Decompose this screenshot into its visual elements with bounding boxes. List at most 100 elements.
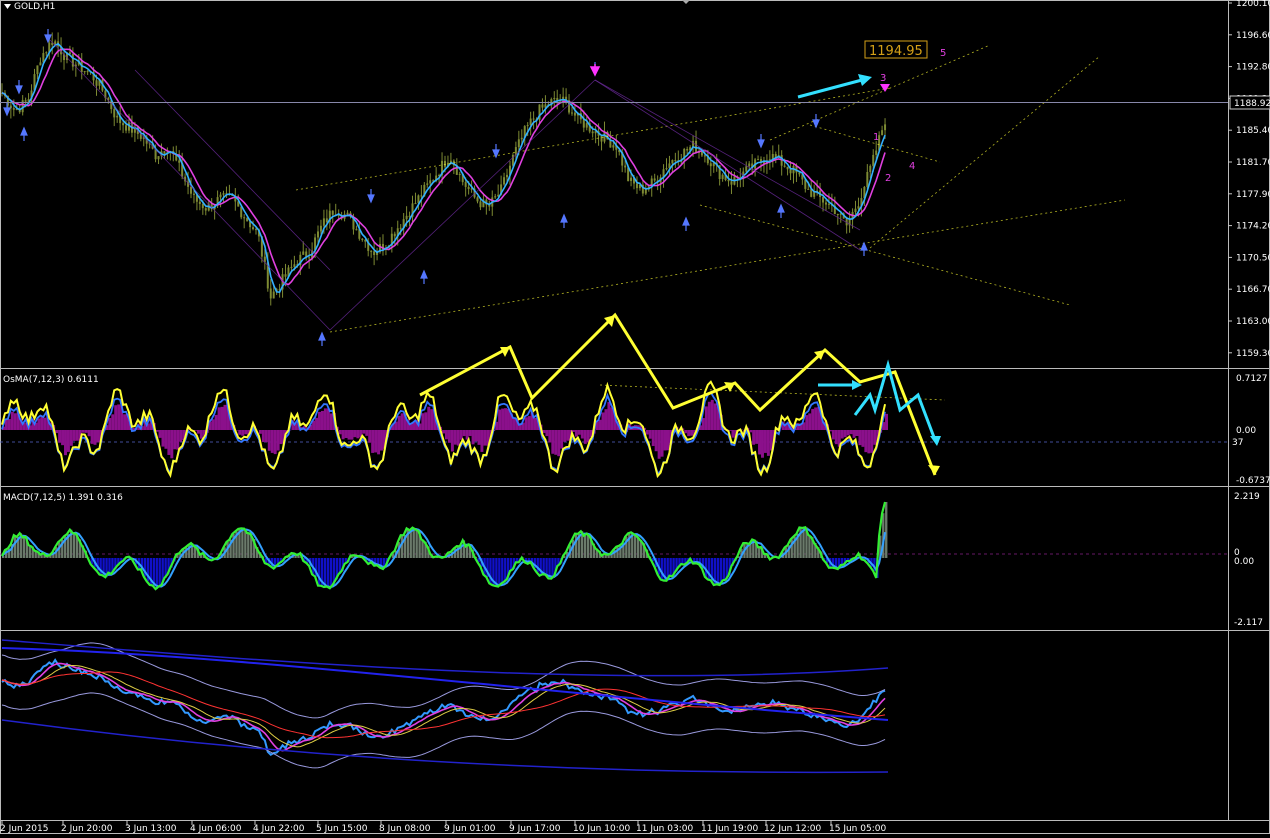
osma-bar [170, 430, 173, 458]
candle-body [96, 80, 98, 85]
price-axis-label: 1177.90 [1236, 190, 1270, 200]
osma-bar [498, 410, 501, 430]
candle-body [636, 184, 638, 189]
osma-bar [424, 412, 427, 430]
candle-body [22, 100, 24, 112]
osma-bar [321, 411, 324, 430]
osma-bar [749, 430, 752, 432]
osma-bar [607, 402, 610, 430]
fractal-up-arrow-icon [319, 333, 325, 346]
candle-body [406, 216, 408, 219]
osma-bar [661, 430, 664, 457]
fractal-highlight-arrow-icon [591, 64, 599, 75]
osma-bar [714, 403, 717, 430]
osma-bar [61, 430, 64, 445]
candle-body [444, 161, 446, 167]
candle-body [202, 204, 204, 208]
osma-bar [870, 430, 873, 453]
wave-label-1: 1 [873, 132, 879, 143]
price-axis-label: 1159.30 [1236, 349, 1270, 359]
osma-bar [37, 418, 40, 430]
dropdown-triangle-icon[interactable] [4, 4, 11, 9]
osma-bar [268, 430, 271, 451]
candle-body [361, 239, 363, 240]
candle-body [583, 119, 585, 127]
macd-bar [14, 535, 16, 558]
osma-bar [67, 430, 70, 452]
osma-bar [551, 430, 554, 454]
macd-bar [669, 558, 671, 576]
candle-body [220, 195, 222, 198]
candle-body [872, 155, 874, 166]
osma-bar [832, 430, 835, 439]
macd-bar [540, 558, 542, 576]
osma-bar [805, 415, 808, 430]
osma-bar [176, 430, 179, 450]
symbol-header[interactable]: GOLD,H1 [4, 2, 55, 12]
osma-panel-title: OsMA(7,12,3) 0.6111 [3, 375, 99, 385]
candle-body [355, 229, 357, 230]
candle-body [884, 124, 886, 130]
osma-panel[interactable] [0, 315, 1228, 476]
candle-body [252, 227, 254, 229]
osma-bar [545, 430, 548, 436]
osma-bar [40, 417, 43, 430]
bands-panel[interactable] [2, 640, 888, 772]
osma-bar [664, 430, 667, 450]
candle-body [574, 113, 576, 116]
time-axis-label: 10 Jun 10:00 [573, 824, 630, 834]
macd-bar [717, 558, 719, 584]
macd-bar [241, 528, 243, 558]
candle-body [586, 123, 588, 127]
macd-bar [108, 558, 110, 573]
osma-bar [575, 430, 578, 437]
candle-body [429, 180, 431, 183]
osma-bar [563, 430, 566, 442]
candle-body [728, 180, 730, 181]
candle-body [869, 166, 871, 172]
osma-bar [755, 430, 758, 444]
macd-bar [634, 534, 636, 558]
time-axis-label: 4 Jun 22:00 [253, 824, 305, 834]
osma-bar [557, 430, 560, 456]
osma-bar [356, 430, 359, 438]
trading-chart[interactable]: GOLD,H1 OsMA(7,12,3) 0.6111 MACD(7,12,5)… [0, 0, 1270, 834]
osma-bar [442, 430, 445, 433]
chart-svg[interactable]: GOLD,H1 OsMA(7,12,3) 0.6111 MACD(7,12,5)… [0, 0, 1270, 834]
osma-bar [265, 430, 268, 442]
osma-bar [652, 430, 655, 446]
osma-bar [164, 430, 167, 449]
macd-panel[interactable] [0, 502, 1228, 589]
candle-body [158, 156, 160, 159]
osma-bar [76, 430, 79, 441]
osma-bar [318, 412, 321, 430]
time-axis-label: 5 Jun 15:00 [316, 824, 368, 834]
candle-body [420, 195, 422, 196]
macd-bar [723, 558, 725, 580]
candle-body [787, 167, 789, 169]
candle-body [624, 166, 626, 168]
osma-bar [221, 407, 224, 430]
wave-label-5: 5 [940, 48, 946, 59]
osma-bar [173, 430, 176, 449]
candle-body [674, 160, 676, 161]
osma-bar [483, 430, 486, 446]
candle-body [710, 163, 712, 166]
current-price-label: 1188.92 [1234, 99, 1270, 109]
fractal-up-arrow-icon [421, 271, 427, 284]
osma-bar [604, 409, 607, 430]
osma-bar [43, 418, 46, 430]
osma-bar [280, 430, 283, 444]
scroll-marker-icon[interactable] [682, 0, 690, 4]
osma-bar [451, 430, 454, 451]
osma-bar [82, 430, 85, 433]
price-panel[interactable] [1, 29, 1125, 346]
dotted-trendline [870, 56, 1100, 248]
osma-bar [215, 415, 218, 430]
candle-body [116, 116, 118, 118]
candle-body [273, 292, 275, 299]
osma-bar [599, 420, 602, 430]
macd-bar [73, 533, 75, 558]
time-axis-label: 15 Jun 05:00 [829, 824, 886, 834]
candle-body [825, 203, 827, 205]
